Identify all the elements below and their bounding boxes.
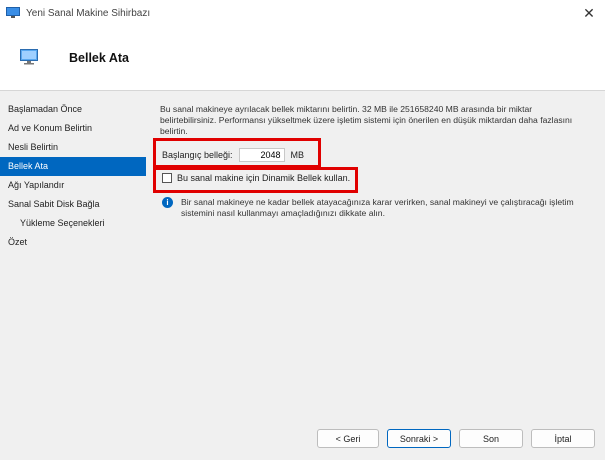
cancel-button[interactable]: İptal (531, 429, 595, 448)
startup-memory-unit: MB (290, 150, 305, 160)
page-title: Bellek Ata (69, 51, 129, 65)
hyperv-app-icon (6, 7, 20, 18)
step-generation[interactable]: Nesli Belirtin (0, 138, 146, 157)
info-note: i Bir sanal makineye ne kadar bellek ata… (162, 197, 592, 219)
step-name-location[interactable]: Ad ve Konum Belirtin (0, 119, 146, 138)
dynamic-memory-row[interactable]: Bu sanal makine için Dinamik Bellek kull… (162, 173, 350, 183)
monitor-icon (20, 49, 38, 65)
title-bar: Yeni Sanal Makine Sihirbazı ✕ (0, 0, 605, 27)
window-title: Yeni Sanal Makine Sihirbazı (26, 8, 151, 19)
startup-memory-label: Başlangıç belleği: (162, 150, 233, 160)
step-virtual-disk[interactable]: Sanal Sabit Disk Bağla (0, 195, 146, 214)
wizard-steps: Başlamadan Önce Ad ve Konum Belirtin Nes… (0, 100, 146, 252)
next-button[interactable]: Sonraki > (387, 429, 451, 448)
step-install-options[interactable]: Yükleme Seçenekleri (0, 214, 146, 233)
startup-memory-row: Başlangıç belleği: MB (162, 147, 304, 163)
info-text: Bir sanal makineye ne kadar bellek ataya… (181, 197, 574, 218)
finish-button[interactable]: Son (459, 429, 523, 448)
step-before-you-begin[interactable]: Başlamadan Önce (0, 100, 146, 119)
back-button[interactable]: < Geri (317, 429, 379, 448)
close-icon[interactable]: ✕ (573, 0, 605, 27)
info-icon: i (162, 197, 173, 208)
memory-description: Bu sanal makineye ayrılacak bellek mikta… (160, 104, 573, 134)
dynamic-memory-checkbox[interactable] (162, 173, 172, 183)
startup-memory-input[interactable] (238, 148, 285, 162)
wizard-header: Bellek Ata (0, 27, 605, 91)
step-summary[interactable]: Özet (0, 233, 146, 252)
step-networking[interactable]: Ağı Yapılandır (0, 176, 146, 195)
step-assign-memory[interactable]: Bellek Ata (0, 157, 146, 176)
dynamic-memory-label[interactable]: Bu sanal makine için Dinamik Bellek kull… (177, 173, 350, 183)
wizard-footer: < Geri Sonraki > Son İptal (0, 418, 605, 460)
